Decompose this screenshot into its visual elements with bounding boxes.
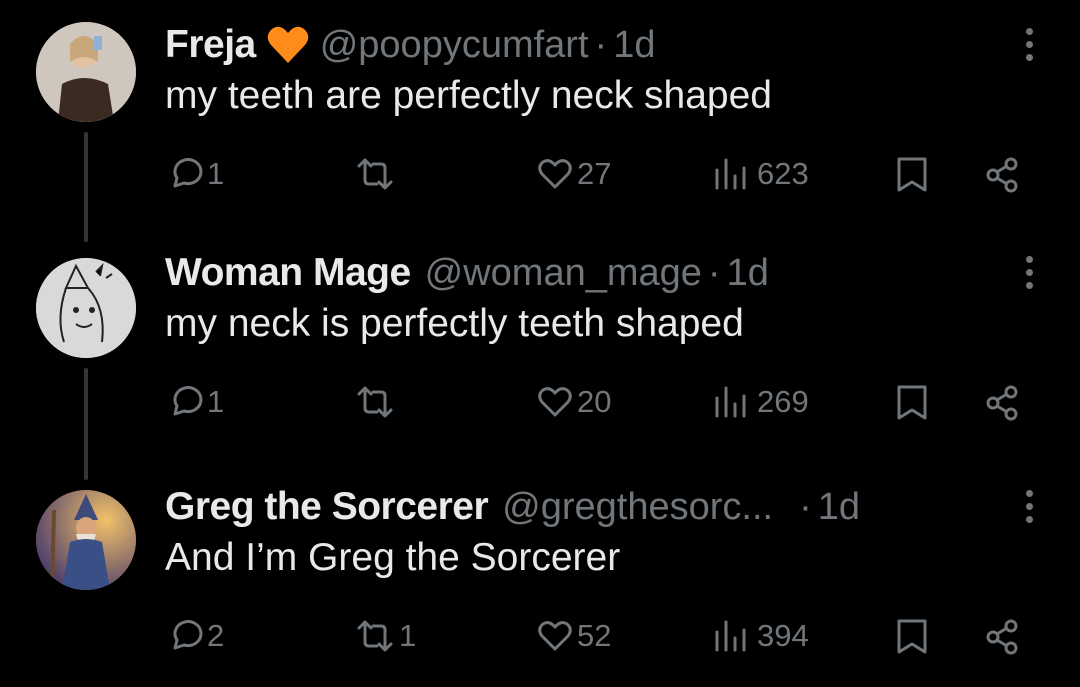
reply-button[interactable]: 2	[167, 618, 224, 654]
display-name[interactable]: Greg the Sorcerer	[165, 485, 489, 529]
reply-icon	[173, 158, 203, 188]
like-count: 27	[577, 156, 612, 191]
like-icon	[538, 387, 572, 417]
bookmark-button[interactable]	[895, 384, 929, 422]
separator-dot: ·	[799, 485, 812, 528]
tweet-text: my neck is perfectly teeth shaped	[165, 302, 744, 345]
timestamp[interactable]: 1d	[727, 252, 769, 295]
retweet-count: 1	[399, 618, 417, 653]
avatar[interactable]	[36, 258, 136, 358]
like-button[interactable]: 27	[537, 156, 611, 192]
views-icon	[715, 620, 746, 652]
timestamp[interactable]: 1d	[613, 24, 655, 67]
retweet-button[interactable]: 1	[355, 618, 416, 654]
like-icon	[538, 621, 572, 651]
user-handle[interactable]: @woman_mage	[425, 252, 702, 295]
like-button[interactable]: 52	[537, 618, 611, 654]
reply-count: 1	[207, 156, 225, 191]
tweet[interactable]: Woman Mage @woman_mage · 1d my neck is p…	[0, 250, 1080, 450]
tweet[interactable]: Freja @poopycumfart · 1d my teeth are pe…	[0, 22, 1080, 222]
share-button[interactable]	[983, 384, 1021, 422]
tweet-actions: 1 27 623	[165, 152, 1045, 198]
more-options-icon[interactable]	[1026, 28, 1034, 64]
share-button[interactable]	[983, 618, 1021, 656]
retweet-icon	[357, 620, 393, 652]
like-icon	[538, 159, 572, 189]
timestamp[interactable]: 1d	[818, 486, 860, 529]
views-icon	[715, 158, 746, 190]
views-count: 394	[757, 618, 809, 653]
reply-icon	[173, 620, 203, 650]
orange-heart-emoji-icon	[267, 26, 308, 63]
tweet-header: Freja @poopycumfart · 1d	[165, 22, 655, 68]
share-icon	[986, 385, 1018, 421]
like-button[interactable]: 20	[537, 384, 611, 420]
retweet-button[interactable]	[355, 384, 399, 420]
like-count: 52	[577, 618, 612, 653]
tweet-actions: 2 1 52 394	[165, 614, 1045, 660]
tweet-header: Woman Mage @woman_mage · 1d	[165, 250, 769, 296]
share-icon	[986, 619, 1018, 655]
views-button[interactable]: 269	[713, 384, 809, 420]
more-options-icon[interactable]	[1026, 256, 1034, 292]
retweet-icon	[357, 158, 393, 190]
bookmark-icon	[897, 619, 927, 654]
reply-icon	[173, 386, 203, 416]
avatar[interactable]	[36, 490, 136, 590]
views-button[interactable]: 623	[713, 156, 809, 192]
user-handle[interactable]: @poopycumfart	[320, 24, 589, 67]
views-button[interactable]: 394	[713, 618, 809, 654]
tweet-actions: 1 20 269	[165, 380, 1045, 426]
more-options-icon[interactable]	[1026, 490, 1034, 526]
retweet-icon	[357, 386, 393, 418]
separator-dot: ·	[594, 23, 608, 66]
tweet-text: my teeth are perfectly neck shaped	[165, 74, 772, 117]
share-icon	[986, 157, 1018, 193]
reply-button[interactable]: 1	[167, 384, 224, 420]
bookmark-button[interactable]	[895, 156, 929, 194]
like-count: 20	[577, 384, 612, 419]
retweet-button[interactable]	[355, 156, 399, 192]
avatar[interactable]	[36, 22, 136, 122]
bookmark-icon	[897, 157, 927, 192]
tweet-header: Greg the Sorcerer @gregthesorc... · 1d	[165, 484, 860, 530]
reply-count: 1	[207, 384, 225, 419]
reply-button[interactable]: 1	[167, 156, 224, 192]
user-handle[interactable]: @gregthesorc...	[502, 486, 773, 529]
views-count: 623	[757, 156, 809, 191]
tweet[interactable]: Greg the Sorcerer @gregthesorc... · 1d A…	[0, 484, 1080, 684]
separator-dot: ·	[707, 251, 721, 294]
bookmark-icon	[897, 385, 927, 420]
views-icon	[715, 386, 746, 418]
display-name[interactable]: Freja	[165, 23, 256, 67]
reply-count: 2	[207, 618, 225, 653]
display-name[interactable]: Woman Mage	[165, 251, 411, 295]
views-count: 269	[757, 384, 809, 419]
bookmark-button[interactable]	[895, 618, 929, 656]
tweet-text: And I’m Greg the Sorcerer	[165, 536, 621, 579]
share-button[interactable]	[983, 156, 1021, 194]
